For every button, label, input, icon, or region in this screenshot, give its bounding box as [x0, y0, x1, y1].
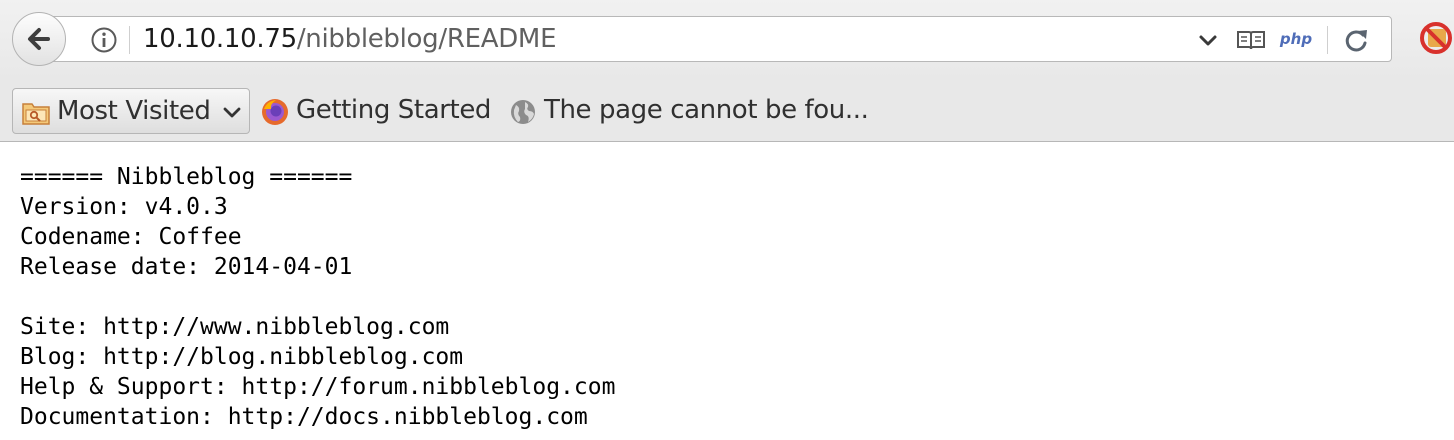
info-icon[interactable] — [90, 26, 118, 54]
readme-documentation-line: Documentation: http://docs.nibbleblog.co… — [20, 404, 588, 430]
url-separator — [129, 26, 130, 54]
url-bar[interactable]: 10.10.10.75/nibbleblog/README php — [44, 16, 1392, 62]
readme-version-line: Version: v4.0.3 — [20, 194, 228, 220]
back-arrow-icon — [28, 28, 50, 50]
bookmarks-toolbar: Most Visited Getting Started The page ca… — [0, 80, 1454, 142]
bookmark-folder-icon — [22, 103, 50, 125]
readme-blog-line: Blog: http://blog.nibbleblog.com — [20, 344, 464, 370]
blocked-icon[interactable] — [1418, 20, 1454, 56]
getting-started-label: Getting Started — [296, 95, 492, 125]
readme-blank-line — [20, 282, 1440, 312]
reload-icon[interactable] — [1341, 26, 1371, 54]
url-separator — [1327, 26, 1328, 54]
back-button[interactable] — [12, 12, 66, 66]
readme-codename-line: Codename: Coffee — [20, 224, 242, 250]
readme-site-line: Site: http://www.nibbleblog.com — [20, 314, 450, 340]
readme-title-line: ====== Nibbleblog ====== — [20, 164, 353, 190]
readme-content: ====== Nibbleblog ====== Version: v4.0.3… — [20, 162, 1440, 432]
php-icon[interactable]: php — [1275, 27, 1317, 51]
firefox-icon — [262, 99, 288, 125]
url-text[interactable]: 10.10.10.75/nibbleblog/README — [143, 23, 557, 55]
globe-icon — [511, 100, 535, 124]
navigation-toolbar: 10.10.10.75/nibbleblog/README php — [0, 0, 1454, 80]
chevron-down-icon[interactable] — [1197, 30, 1219, 52]
most-visited-label: Most Visited — [57, 96, 211, 126]
page-cannot-label: The page cannot be fou... — [544, 95, 869, 125]
bookmark-page-cannot-be-found[interactable]: The page cannot be fou... — [506, 88, 886, 134]
readme-release-date-line: Release date: 2014-04-01 — [20, 254, 353, 280]
most-visited-button[interactable]: Most Visited — [12, 88, 250, 134]
bookmark-getting-started[interactable]: Getting Started — [258, 88, 498, 134]
reader-view-icon[interactable] — [1235, 26, 1267, 54]
url-path: /nibbleblog/README — [296, 24, 557, 54]
readme-help-support-line: Help & Support: http://forum.nibbleblog.… — [20, 374, 616, 400]
chevron-down-icon — [223, 107, 241, 118]
url-host: 10.10.10.75 — [143, 24, 297, 54]
